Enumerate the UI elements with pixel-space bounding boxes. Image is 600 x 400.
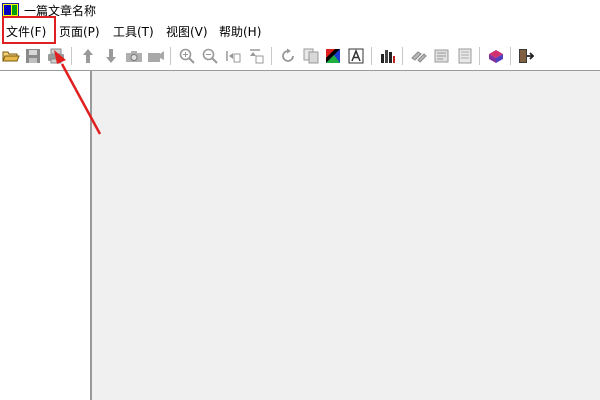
- red-arrow-annotation: [54, 50, 102, 135]
